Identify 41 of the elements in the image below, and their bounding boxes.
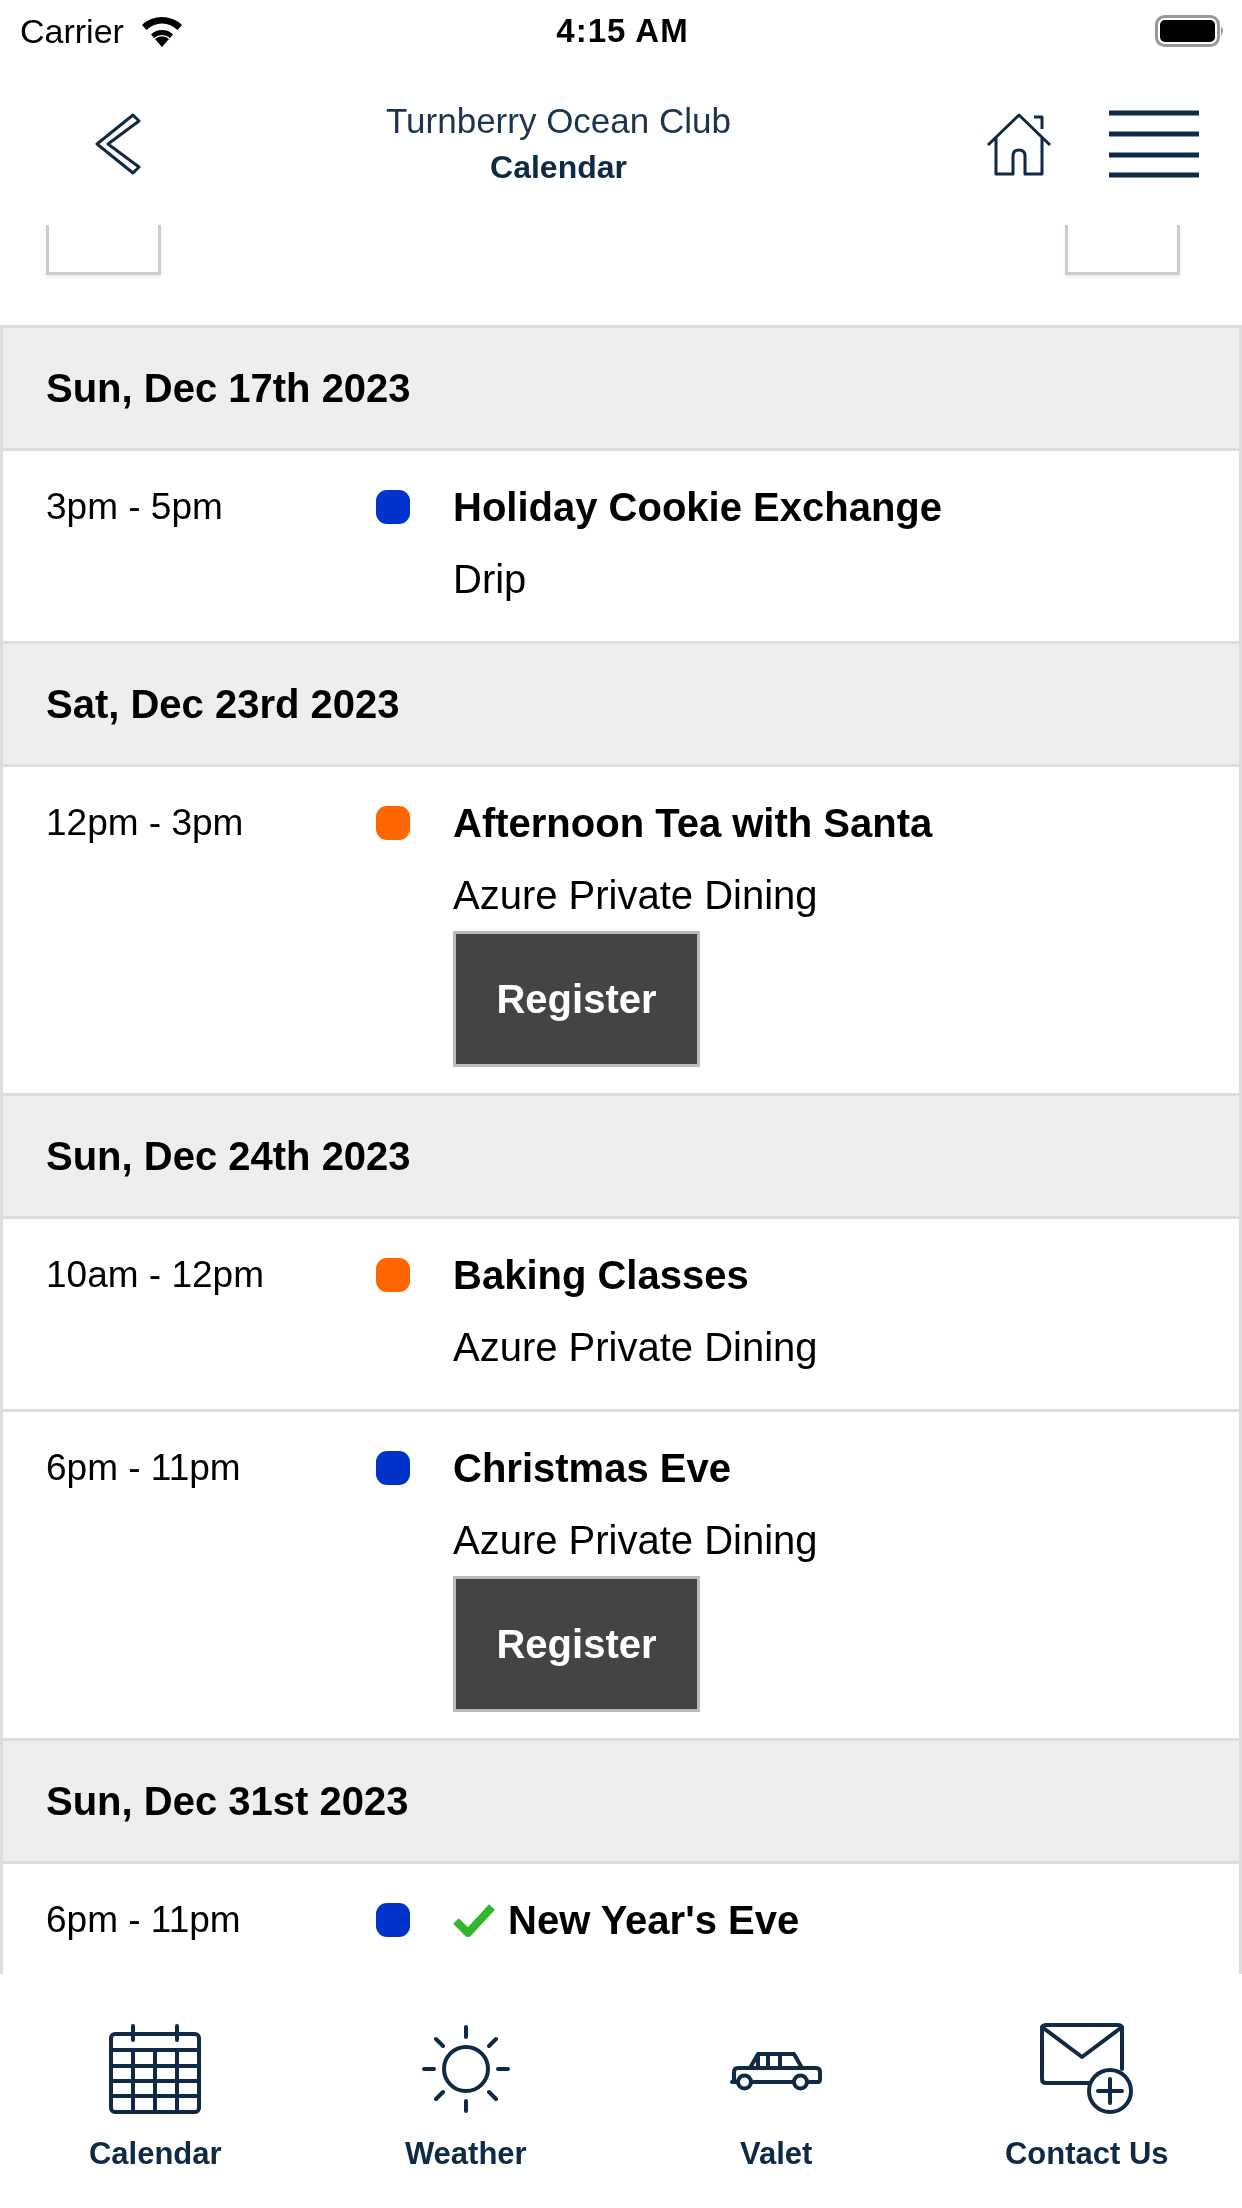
event-title: Christmas Eve	[453, 1445, 731, 1492]
event-row[interactable]: 3pm - 5pm Holiday Cookie Exchange Drip	[0, 448, 1242, 641]
date-header: Sun, Dec 24th 2023	[0, 1093, 1242, 1216]
event-time: 12pm - 3pm	[46, 801, 245, 845]
event-location: Azure Private Dining	[453, 872, 818, 919]
event-row[interactable]: 6pm - 11pm Christmas Eve Azure Private Dining Register	[0, 1409, 1242, 1738]
event-time: 6pm - 11pm	[46, 1898, 242, 1942]
event-title: Baking Classes	[453, 1252, 749, 1299]
event-time: 10am - 12pm	[46, 1253, 265, 1297]
app-title: Turnberry Ocean Club	[386, 99, 731, 142]
event-row[interactable]: 10am - 12pm Baking Classes Azure Private Dining	[0, 1216, 1242, 1409]
sun-icon	[421, 2025, 510, 2113]
page-title: Calendar	[490, 147, 627, 187]
tab-item[interactable]: Contact Us	[1004, 2022, 1169, 2172]
event-title: Afternoon Tea with Santa	[453, 800, 933, 847]
register-button[interactable]: Register	[453, 931, 700, 1067]
home-icon[interactable]	[986, 111, 1052, 176]
tab-item[interactable]: Weather	[404, 2022, 527, 2172]
clock-time: 4:15 AM	[556, 12, 689, 50]
event-title: New Year's Eve	[508, 1897, 800, 1944]
event-location: Drip	[453, 556, 527, 603]
event-location: Azure Private Dining	[453, 1517, 818, 1564]
wifi-icon	[139, 15, 184, 47]
tab-item[interactable]: Valet	[730, 2022, 823, 2172]
mail-plus-icon	[1039, 2023, 1134, 2115]
event-row[interactable]: 12pm - 3pm Afternoon Tea with Santa Azure Private Dining Register	[0, 764, 1242, 1093]
date-header: Sun, Dec 17th 2023	[0, 325, 1242, 448]
event-time: 3pm - 5pm	[46, 485, 224, 529]
battery-icon	[1155, 15, 1225, 47]
carrier-name: Carrier	[20, 11, 124, 51]
event-title: Holiday Cookie Exchange	[453, 484, 943, 531]
register-button[interactable]: Register	[453, 1576, 700, 1712]
date-header: Sat, Dec 23rd 2023	[0, 641, 1242, 764]
tab-item[interactable]: Calendar	[88, 2022, 222, 2172]
date-header: Sun, Dec 31st 2023	[0, 1738, 1242, 1861]
event-location: Azure Private Dining	[453, 1324, 818, 1371]
back-icon[interactable]	[95, 112, 141, 175]
menu-icon[interactable]	[1109, 109, 1199, 178]
calendar-icon	[109, 2024, 202, 2114]
event-time: 6pm - 11pm	[46, 1446, 242, 1490]
event-row[interactable]: 6pm - 11pm New Year's Eve	[0, 1861, 1242, 1974]
